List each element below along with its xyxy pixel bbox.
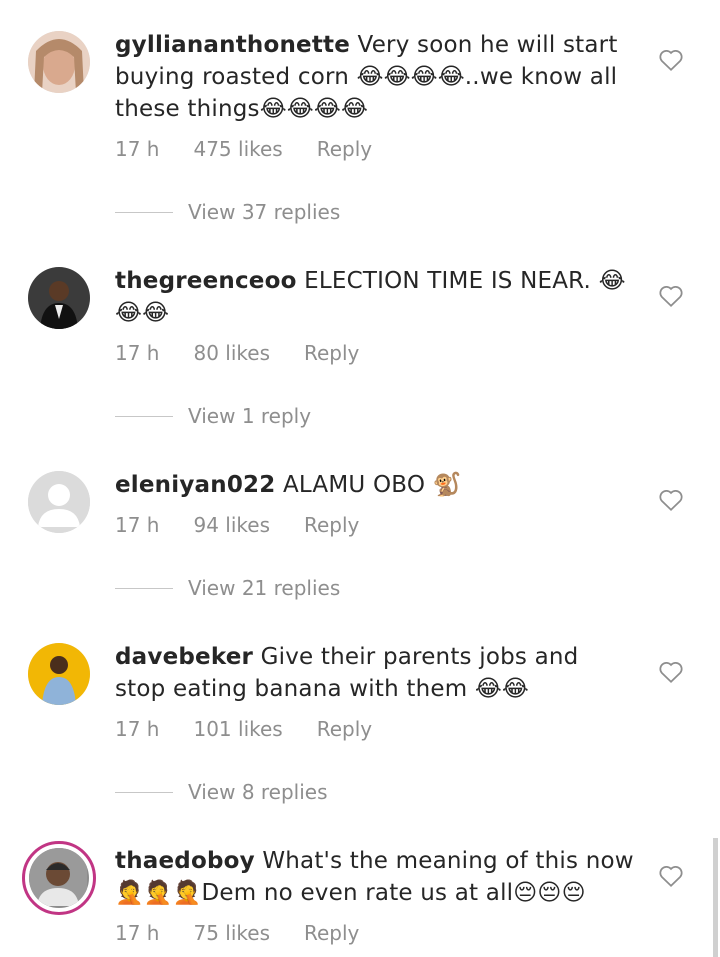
comment-username[interactable]: eleniyan022 <box>115 472 275 498</box>
comment-username[interactable]: davebeker <box>115 644 253 670</box>
comment-meta: 17 h 475 likes Reply <box>115 137 406 161</box>
view-replies-label: View 21 replies <box>188 576 341 600</box>
comment-meta: 17 h 80 likes Reply <box>115 341 393 365</box>
avatar[interactable] <box>28 643 90 705</box>
comment-username[interactable]: thaedoboy <box>115 848 255 874</box>
comment-text: thegreenceoo ELECTION TIME IS NEAR. 😂😂😂 <box>115 265 635 329</box>
divider <box>115 211 173 213</box>
heart-icon[interactable] <box>658 48 684 72</box>
comment-likes[interactable]: 101 likes <box>193 717 282 741</box>
avatar[interactable] <box>28 31 90 93</box>
heart-icon[interactable] <box>658 864 684 888</box>
comment-time: 17 h <box>115 717 160 741</box>
comment-time: 17 h <box>115 513 160 537</box>
comment-username[interactable]: gylliananthonette <box>115 32 350 58</box>
heart-icon[interactable] <box>658 284 684 308</box>
avatar[interactable] <box>28 471 90 533</box>
comment-username[interactable]: thegreenceoo <box>115 268 297 294</box>
comment-text: thaedoboy What's the meaning of this now… <box>115 845 635 909</box>
avatar[interactable] <box>28 267 90 329</box>
view-replies-button[interactable]: View 1 reply <box>115 404 311 428</box>
comment-body: ALAMU OBO 🐒 <box>282 472 462 498</box>
avatar-image <box>29 848 89 908</box>
comment-text: davebeker Give their parents jobs and st… <box>115 641 635 705</box>
reply-button[interactable]: Reply <box>304 921 359 945</box>
comment-text: eleniyan022 ALAMU OBO 🐒 <box>115 469 635 501</box>
view-replies-button[interactable]: View 21 replies <box>115 576 340 600</box>
reply-button[interactable]: Reply <box>304 513 359 537</box>
view-replies-button[interactable]: View 37 replies <box>115 200 340 224</box>
comment-likes[interactable]: 80 likes <box>193 341 270 365</box>
comment-likes[interactable]: 75 likes <box>193 921 270 945</box>
reply-button[interactable]: Reply <box>304 341 359 365</box>
divider <box>115 415 173 417</box>
heart-icon[interactable] <box>658 660 684 684</box>
heart-icon[interactable] <box>658 488 684 512</box>
comment-meta: 17 h 94 likes Reply <box>115 513 393 537</box>
comment-time: 17 h <box>115 137 160 161</box>
comment-likes[interactable]: 94 likes <box>193 513 270 537</box>
view-replies-label: View 37 replies <box>188 200 341 224</box>
reply-button[interactable]: Reply <box>317 717 372 741</box>
comment-likes[interactable]: 475 likes <box>193 137 282 161</box>
comment-time: 17 h <box>115 921 160 945</box>
divider <box>115 587 173 589</box>
comment-meta: 17 h 101 likes Reply <box>115 717 406 741</box>
comment-time: 17 h <box>115 341 160 365</box>
avatar[interactable] <box>22 841 96 915</box>
view-replies-button[interactable]: View 8 replies <box>115 780 328 804</box>
view-replies-label: View 8 replies <box>188 780 328 804</box>
comment-text: gylliananthonette Very soon he will star… <box>115 29 635 125</box>
reply-button[interactable]: Reply <box>317 137 372 161</box>
view-replies-label: View 1 reply <box>188 404 312 428</box>
scrollbar[interactable] <box>713 838 718 957</box>
divider <box>115 791 173 793</box>
comment-meta: 17 h 75 likes Reply <box>115 921 393 945</box>
